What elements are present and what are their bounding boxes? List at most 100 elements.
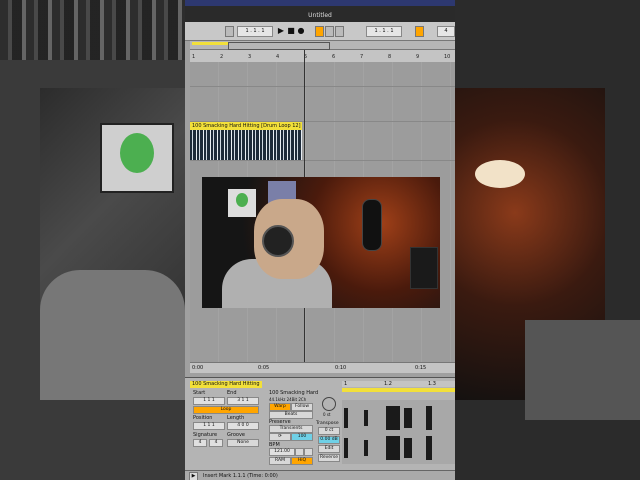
ruler-tick: 7 <box>360 54 364 60</box>
transpose-value: 0 st <box>323 412 331 417</box>
groove-label: Groove <box>227 432 245 438</box>
blurred-banner <box>0 0 185 60</box>
overview-clip <box>192 42 228 45</box>
loop-button[interactable]: Loop <box>193 406 259 414</box>
length-field[interactable]: 4 0 0 <box>227 422 259 430</box>
ruler-tick: 1 <box>192 54 196 60</box>
ruler-tick: 10 <box>444 54 451 60</box>
microphone-icon <box>362 199 382 251</box>
transpose-label: Transpose <box>316 421 339 426</box>
automation-arm-icon[interactable] <box>315 26 324 37</box>
background-right-blur <box>455 0 640 480</box>
track-divider <box>190 86 455 87</box>
time-tick: 0:15 <box>415 365 427 371</box>
title-band <box>185 0 455 6</box>
audio-clip-header[interactable]: 100 Smacking Hard Hitting [Drum Loop 12] <box>190 122 302 130</box>
sample-loop-brace[interactable] <box>342 388 455 392</box>
loop-switch-icon[interactable] <box>415 26 424 37</box>
start-field[interactable]: 1 1 1 <box>193 397 225 405</box>
studio-monitor <box>410 247 438 289</box>
groove-select[interactable]: None <box>227 439 259 447</box>
record-icon[interactable]: ● <box>297 26 305 35</box>
warp-mode-select[interactable]: Beats <box>269 411 313 419</box>
follow-button[interactable]: Follow <box>291 403 313 411</box>
waveform-transient <box>344 408 348 428</box>
clip-name-field[interactable]: 100 Smacking Hard Hitting <box>190 381 262 388</box>
expand-arrow-icon[interactable]: ▶ <box>189 472 198 480</box>
webcam-overlay <box>202 177 440 308</box>
position-label: Position <box>193 415 213 421</box>
warp-button[interactable]: Warp <box>269 403 291 411</box>
sample-ruler[interactable]: 1 1.2 1.3 <box>342 381 455 387</box>
loop-length-field[interactable]: 4 <box>437 26 455 37</box>
ruler-tick: 4 <box>276 54 280 60</box>
preserve-select[interactable]: Transients <box>269 425 313 433</box>
blurred-lamp <box>475 160 525 188</box>
end-field[interactable]: 3 1 1 <box>227 397 259 405</box>
blurred-desk <box>525 320 640 420</box>
detune-field[interactable]: 0 ct <box>318 427 340 435</box>
waveform-transient <box>404 408 412 428</box>
start-label: Start <box>193 390 206 396</box>
sample-name: 100 Smacking Hard <box>269 390 319 396</box>
play-icon[interactable]: ▶ <box>277 26 285 35</box>
alien-poster <box>100 123 174 193</box>
overview-viewport[interactable] <box>228 42 330 50</box>
title-bar: Untitled <box>185 0 455 22</box>
waveform-transient <box>386 436 400 460</box>
ruler-tick: 6 <box>332 54 336 60</box>
gain-field[interactable]: 0.00 dB <box>318 436 340 444</box>
waveform-transient <box>426 406 432 430</box>
track-divider <box>190 160 455 161</box>
reverse-button[interactable]: Reverse <box>318 454 340 462</box>
arrangement-overview[interactable] <box>190 41 455 50</box>
sample-info: 44.1kHz 24Bit 2Ch <box>269 397 307 402</box>
audio-clip-waveform[interactable] <box>190 130 302 160</box>
arrangement-position-field[interactable]: 1 . 1 . 1 <box>237 26 273 37</box>
loop-start-field[interactable]: 1 . 1 . 1 <box>366 26 402 37</box>
ram-button[interactable]: RAM <box>269 457 291 465</box>
stop-icon[interactable]: ■ <box>287 26 295 35</box>
ruler-tick: 8 <box>388 54 392 60</box>
waveform-transient <box>386 406 400 430</box>
hiq-button[interactable]: HiQ <box>291 457 313 465</box>
signature-denominator[interactable]: 4 <box>209 439 223 447</box>
follow-icon[interactable] <box>225 26 234 37</box>
time-tick: 0:05 <box>258 365 270 371</box>
time-tick: 0:10 <box>335 365 347 371</box>
double-tempo-button[interactable] <box>304 448 313 456</box>
waveform-transient <box>404 438 412 458</box>
loop-mode-select[interactable]: ⟳ <box>269 433 291 441</box>
waveform-transient <box>364 440 368 456</box>
end-label: End <box>227 390 237 396</box>
grain-size-field[interactable]: 100 <box>291 433 313 441</box>
time-ruler[interactable]: 0:00 0:05 0:10 0:15 <box>190 362 455 373</box>
draw-mode-icon[interactable] <box>325 26 334 37</box>
background-left-blur <box>0 0 185 480</box>
length-label: Length <box>227 415 245 421</box>
edit-button[interactable]: Edit <box>318 445 340 453</box>
alien-poster-video <box>228 189 256 217</box>
signature-numerator[interactable]: 4 <box>193 439 207 447</box>
status-text: Insert Mark 1.1.1 (Time: 0:00) <box>203 473 278 479</box>
ruler-tick: 9 <box>416 54 420 60</box>
sample-ruler-tick: 1 <box>344 381 348 387</box>
signature-label: Signature <box>193 432 218 438</box>
transport-bar: 1 . 1 . 1 ▶ ■ ● 1 . 1 . 1 4 <box>185 22 455 41</box>
blurred-person <box>40 270 185 400</box>
sample-ruler-tick: 1.3 <box>428 381 436 387</box>
ruler-tick: 3 <box>248 54 252 60</box>
clip-detail-view: 100 Smacking Hard Hitting Start End 1 1 … <box>185 377 455 473</box>
bpm-field[interactable]: 121.00 <box>269 448 295 456</box>
transpose-knob[interactable] <box>322 397 336 411</box>
time-tick: 0:00 <box>192 365 204 371</box>
punch-in-icon[interactable] <box>335 26 344 37</box>
waveform-transient <box>426 436 432 460</box>
window-title: Untitled <box>308 12 332 19</box>
sample-waveform[interactable] <box>342 400 455 464</box>
ruler-tick: 2 <box>220 54 224 60</box>
position-field[interactable]: 1 1 1 <box>193 422 225 430</box>
headphones-icon <box>262 225 294 257</box>
halve-tempo-button[interactable] <box>295 448 304 456</box>
waveform-transient <box>344 438 348 458</box>
